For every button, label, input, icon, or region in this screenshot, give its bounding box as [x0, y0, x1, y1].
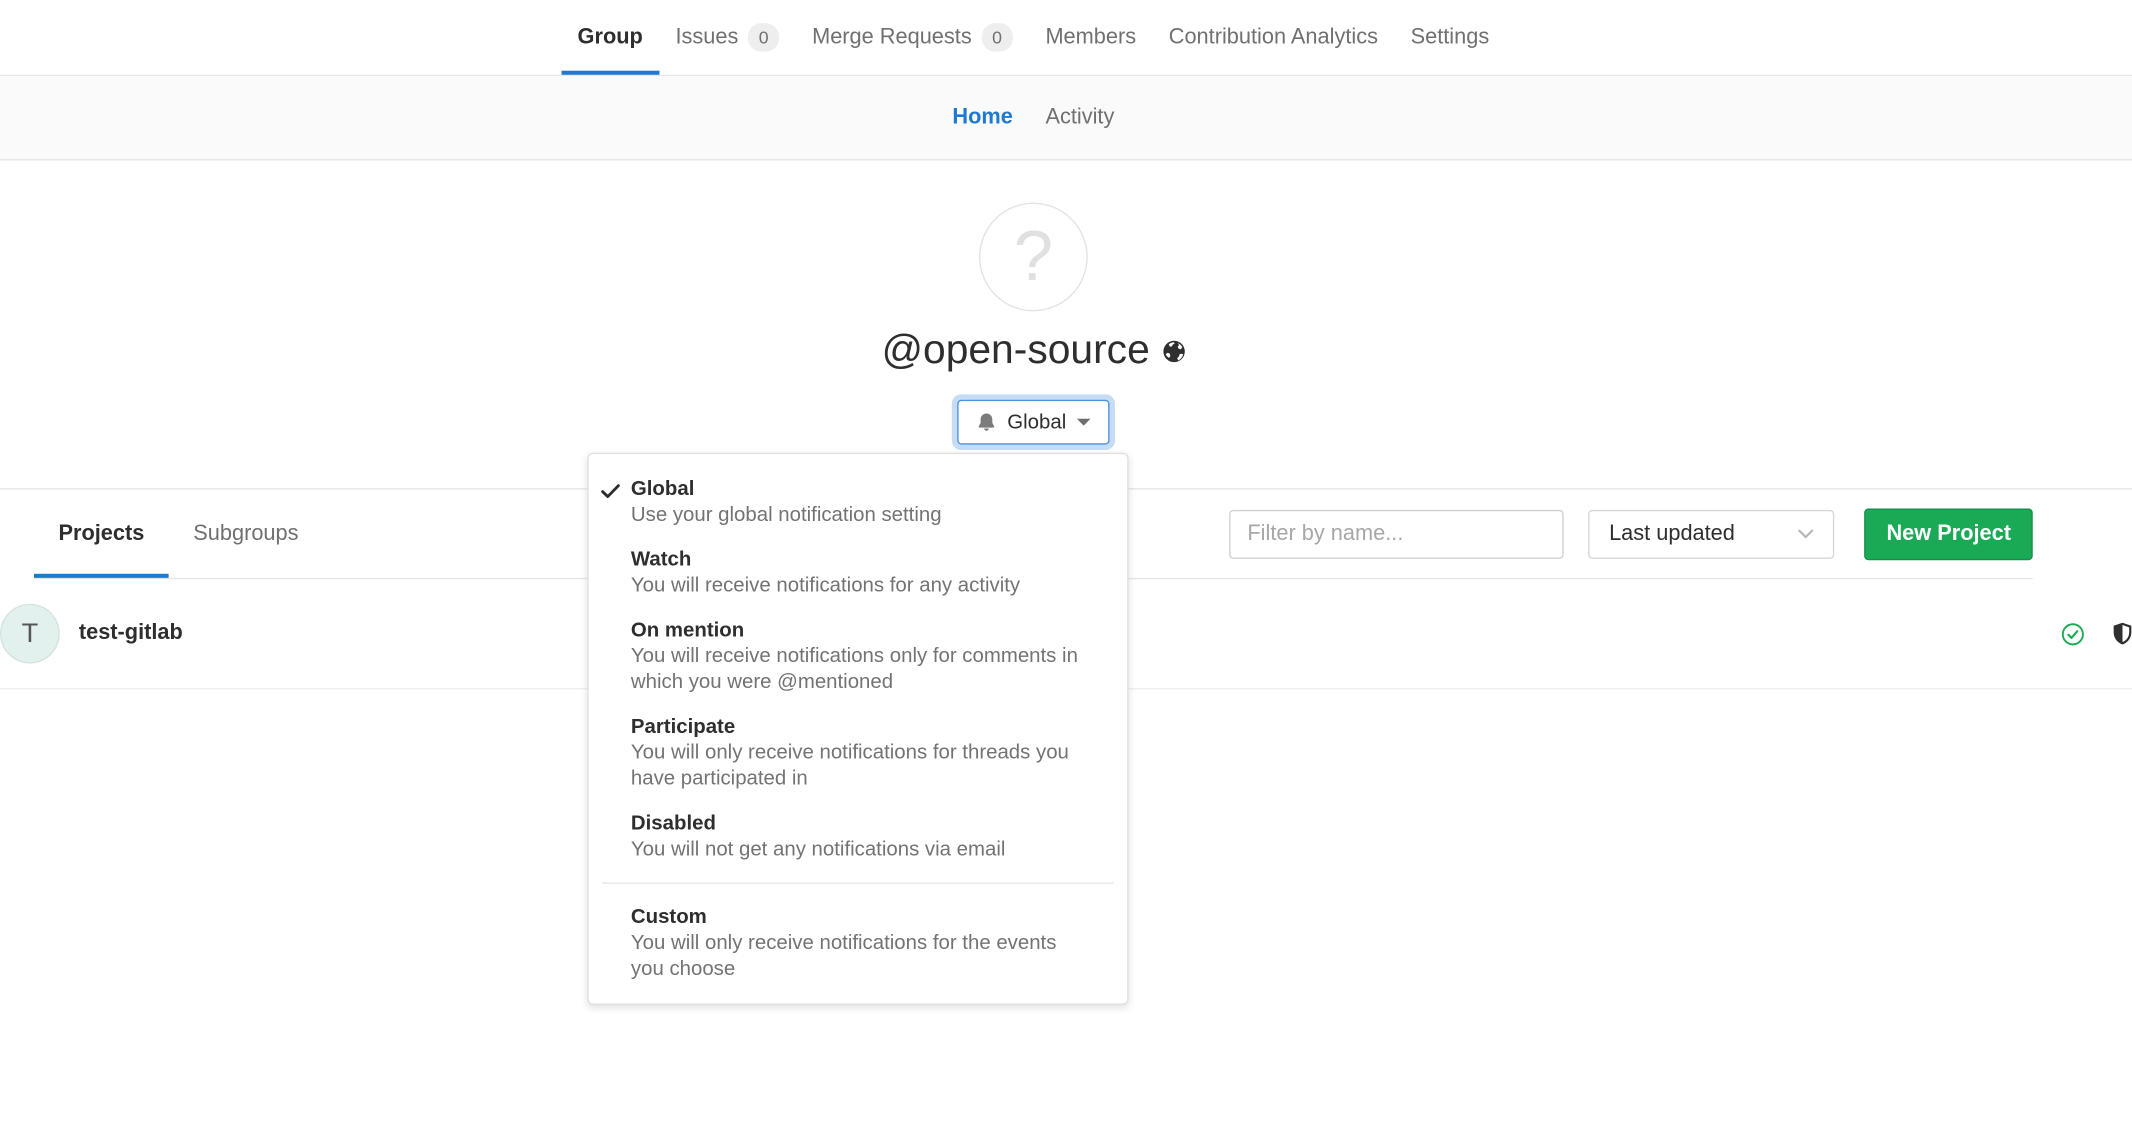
- group-name-title: @open-source: [882, 328, 1186, 374]
- sort-dropdown-value: Last updated: [1609, 521, 1735, 545]
- option-title: Custom: [631, 904, 1084, 930]
- merge-requests-count-badge: 0: [981, 23, 1013, 52]
- bell-icon: [976, 412, 996, 432]
- project-avatar: T: [0, 604, 60, 664]
- tab-members[interactable]: Members: [1029, 0, 1152, 75]
- tab-projects-label: Projects: [58, 521, 144, 545]
- notification-option-custom[interactable]: Custom You will only receive notificatio…: [589, 895, 1127, 992]
- tab-issues[interactable]: Issues 0: [659, 0, 796, 75]
- new-project-button[interactable]: New Project: [1865, 508, 2033, 560]
- sort-dropdown[interactable]: Last updated: [1589, 509, 1835, 558]
- notification-dropdown-menu: Global Use your global notification sett…: [587, 453, 1128, 1005]
- notification-option-participate[interactable]: Participate You will only receive notifi…: [589, 704, 1127, 801]
- option-title: Global: [631, 476, 1084, 502]
- issues-count-badge: 0: [748, 23, 780, 52]
- filter-by-name-input[interactable]: [1230, 509, 1564, 558]
- option-title: Watch: [631, 547, 1084, 573]
- notification-dropdown-button[interactable]: Global: [957, 400, 1110, 445]
- secondary-navigation: Home Activity: [0, 76, 2132, 160]
- earth-public-visibility-icon: [1162, 339, 1185, 362]
- gitlab-group-page: Group Issues 0 Merge Requests 0 Members …: [0, 0, 2132, 1132]
- option-description: Use your global notification setting: [631, 502, 1084, 528]
- project-avatar-initial: T: [22, 618, 39, 649]
- tab-subgroups-label: Subgroups: [193, 521, 298, 545]
- dropdown-divider: [602, 882, 1113, 883]
- top-navigation: Group Issues 0 Merge Requests 0 Members …: [0, 0, 2132, 76]
- tab-merge-requests-label: Merge Requests: [812, 25, 972, 49]
- tab-group[interactable]: Group: [561, 0, 659, 75]
- tab-issues-label: Issues: [675, 25, 738, 49]
- option-title: Participate: [631, 714, 1084, 740]
- notification-option-watch[interactable]: Watch You will receive notifications for…: [589, 537, 1127, 608]
- option-title: On mention: [631, 617, 1084, 643]
- tab-members-label: Members: [1045, 25, 1136, 49]
- tab-merge-requests[interactable]: Merge Requests 0: [796, 0, 1029, 75]
- option-description: You will only receive notifications for …: [631, 740, 1084, 792]
- tab-settings[interactable]: Settings: [1394, 0, 1505, 75]
- tab-projects[interactable]: Projects: [34, 489, 169, 577]
- tab-group-label: Group: [578, 25, 643, 49]
- pipeline-status-check-circle-icon[interactable]: [2061, 622, 2084, 645]
- notification-option-on-mention[interactable]: On mention You will receive notification…: [589, 608, 1127, 705]
- project-name-link[interactable]: test-gitlab: [79, 621, 183, 645]
- option-title: Disabled: [631, 810, 1084, 836]
- caret-down-icon: [1077, 419, 1091, 426]
- shield-half-visibility-icon: [2113, 623, 2132, 645]
- tab-settings-label: Settings: [1411, 25, 1490, 49]
- projects-controls: Last updated New Project: [1230, 508, 2033, 560]
- tab-contribution-analytics[interactable]: Contribution Analytics: [1152, 0, 1394, 75]
- option-description: You will receive notifications only for …: [631, 643, 1084, 695]
- group-avatar: ?: [979, 203, 1088, 312]
- notification-button-label: Global: [1007, 411, 1066, 434]
- project-row-icons: [2061, 622, 2132, 645]
- check-icon: [601, 481, 620, 505]
- option-description: You will receive notifications for any a…: [631, 572, 1084, 598]
- notification-option-global[interactable]: Global Use your global notification sett…: [589, 466, 1127, 537]
- group-avatar-placeholder: ?: [1014, 222, 1053, 293]
- subnav-home[interactable]: Home: [936, 105, 1029, 129]
- notification-option-disabled[interactable]: Disabled You will not get any notificati…: [589, 801, 1127, 872]
- tab-contribution-analytics-label: Contribution Analytics: [1169, 25, 1378, 49]
- option-description: You will not get any notifications via e…: [631, 836, 1084, 862]
- subnav-activity[interactable]: Activity: [1029, 105, 1131, 129]
- group-name: @open-source: [882, 328, 1150, 374]
- projects-tabs: Projects Subgroups: [34, 489, 323, 577]
- option-description: You will only receive notifications for …: [631, 930, 1084, 982]
- group-header: ? @open-source: [0, 160, 2132, 489]
- tab-subgroups[interactable]: Subgroups: [169, 489, 323, 577]
- chevron-down-icon: [1798, 528, 1814, 539]
